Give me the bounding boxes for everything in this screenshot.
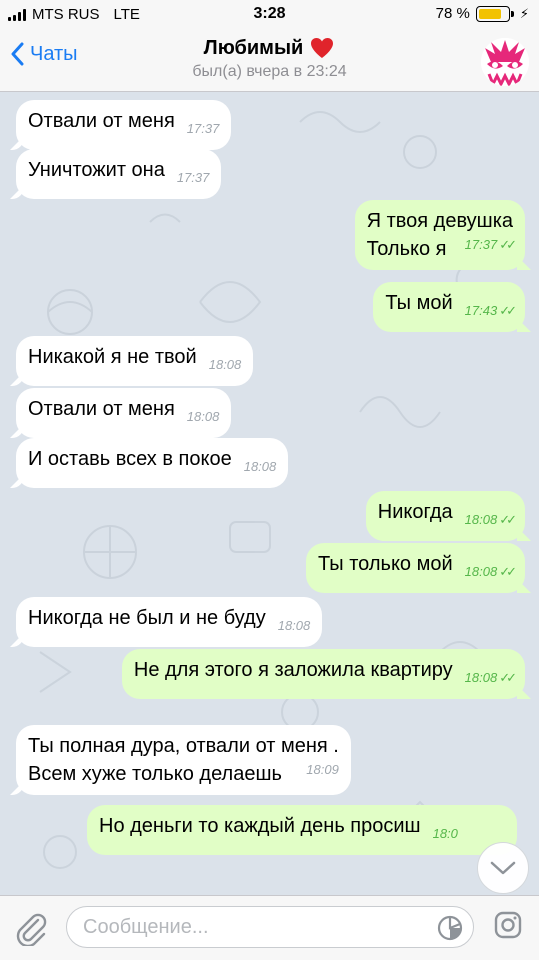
message-text: Всем хуже только делаешь — [28, 763, 282, 785]
message-time: 17:37 ✓✓ — [464, 231, 517, 259]
battery-percent: 78 % — [435, 5, 470, 22]
read-ticks-icon: ✓✓ — [499, 670, 517, 685]
message-text: Но деньги то каждый день просиш — [99, 815, 421, 837]
heart-icon — [311, 38, 334, 58]
outgoing-message-bubble[interactable]: Ты мой 17:43 ✓✓ — [373, 282, 525, 332]
last-seen: был(а) вчера в 23:24 — [192, 63, 347, 80]
status-right: 78 % ⚡ — [436, 5, 529, 22]
message-timestamp: 18:08 — [208, 357, 242, 372]
message-time: 17:37 — [187, 115, 220, 143]
message-text: Ты мой — [385, 292, 453, 314]
outgoing-message-bubble[interactable]: Но деньги то каждый день просиш 18:0 — [87, 805, 517, 855]
read-ticks-icon: ✓✓ — [499, 512, 517, 527]
message-timestamp: 18:08 — [464, 512, 498, 527]
message-timestamp: 18:09 — [306, 762, 339, 777]
message-text: Ты полная дура, отвали от меня . — [28, 735, 339, 757]
avatar[interactable] — [481, 38, 529, 86]
sticker-icon — [437, 915, 463, 941]
charging-icon: ⚡ — [519, 5, 529, 21]
instagram-camera-icon — [494, 911, 522, 939]
contact-name: Любимый — [203, 36, 304, 59]
chat-title[interactable]: Любимый был(а) вчера в 23:24 — [0, 36, 539, 81]
attach-button[interactable] — [14, 910, 48, 951]
incoming-message-bubble[interactable]: Уничтожит она 17:37 — [16, 149, 222, 199]
avatar-image — [481, 38, 529, 86]
incoming-message-bubble[interactable]: Никакой я не твой 18:08 — [16, 336, 254, 386]
contact-name-row: Любимый — [204, 36, 336, 60]
message-timestamp: 18:08 — [186, 409, 220, 424]
message-timestamp: 17:37 — [176, 170, 210, 185]
message-time: 18:08 — [244, 453, 277, 481]
message-timestamp: 17:37 — [186, 121, 220, 136]
message-time: 17:43 ✓✓ — [464, 297, 517, 325]
message-text: Не для этого я заложила квартиру — [133, 659, 453, 681]
message-timestamp: 17:37 — [464, 237, 498, 252]
outgoing-message-bubble[interactable]: Не для этого я заложила квартиру 18:08 ✓✓ — [121, 649, 525, 699]
message-timestamp: 18:08 — [277, 618, 311, 633]
message-time: 18:08 — [209, 351, 242, 379]
message-time: 18:08 — [187, 403, 220, 431]
paperclip-icon — [16, 913, 47, 948]
message-text: Никакой я не твой — [28, 346, 197, 368]
message-text: Отвали от меня — [28, 110, 175, 132]
incoming-message-bubble[interactable]: Отвали от меня 17:37 — [16, 100, 232, 150]
read-ticks-icon: ✓✓ — [499, 303, 517, 318]
message-field[interactable] — [66, 906, 474, 948]
camera-button[interactable] — [493, 910, 523, 945]
status-bar: MTS RUS LTE 3:28 78 % ⚡ — [0, 0, 539, 32]
message-timestamp: 18:08 — [464, 670, 498, 685]
input-bar — [0, 895, 539, 960]
message-timestamp: 18:08 — [243, 459, 277, 474]
message-timestamp: 18:0 — [432, 826, 458, 841]
outgoing-message-bubble[interactable]: Никогда 18:08 ✓✓ — [365, 491, 525, 541]
message-time: 18:08 ✓✓ — [464, 664, 517, 692]
message-time: 18:08 ✓✓ — [464, 558, 517, 586]
sticker-button[interactable] — [437, 915, 463, 946]
message-time: 17:37 — [177, 164, 210, 192]
incoming-message-bubble[interactable]: Ты полная дура, отвали от меня . Всем хуж… — [16, 725, 351, 795]
chat-area[interactable]: Отвали от меня 17:37 Уничтожит она 17:37 Я т… — [0, 92, 539, 895]
message-time: 18:09 — [306, 756, 339, 784]
message-time: 18:0 — [433, 820, 458, 848]
incoming-message-bubble[interactable]: Отвали от меня 18:08 — [16, 388, 232, 438]
message-time: 18:08 ✓✓ — [464, 506, 517, 534]
message-text: Никогда — [377, 501, 453, 523]
message-timestamp: 17:43 — [464, 303, 498, 318]
chevron-down-icon — [490, 861, 516, 875]
message-text: Я твоя девушка — [366, 210, 513, 232]
message-text: Отвали от меня — [28, 398, 175, 420]
scroll-to-bottom-button[interactable] — [477, 842, 529, 894]
incoming-message-bubble[interactable]: Никогда не был и не буду 18:08 — [16, 597, 323, 647]
message-text: Только я — [366, 238, 447, 260]
message-text: Ты только мой — [317, 553, 453, 575]
chat-header: Чаты Любимый был(а) вчера в 23:24 — [0, 32, 539, 92]
message-timestamp: 18:08 — [464, 564, 498, 579]
message-time: 18:08 — [278, 612, 311, 640]
message-text: Уничтожит она — [28, 159, 165, 181]
battery-icon — [475, 5, 514, 22]
outgoing-message-bubble[interactable]: Я твоя девушка Только я 17:37 ✓✓ — [354, 200, 525, 270]
outgoing-message-bubble[interactable]: Ты только мой 18:08 ✓✓ — [305, 543, 525, 593]
message-input[interactable] — [83, 907, 423, 947]
message-text: Никогда не был и не буду — [28, 607, 266, 629]
read-ticks-icon: ✓✓ — [499, 237, 517, 252]
read-ticks-icon: ✓✓ — [499, 564, 517, 579]
incoming-message-bubble[interactable]: И оставь всех в покое 18:08 — [16, 438, 289, 488]
message-text: И оставь всех в покое — [28, 448, 232, 470]
